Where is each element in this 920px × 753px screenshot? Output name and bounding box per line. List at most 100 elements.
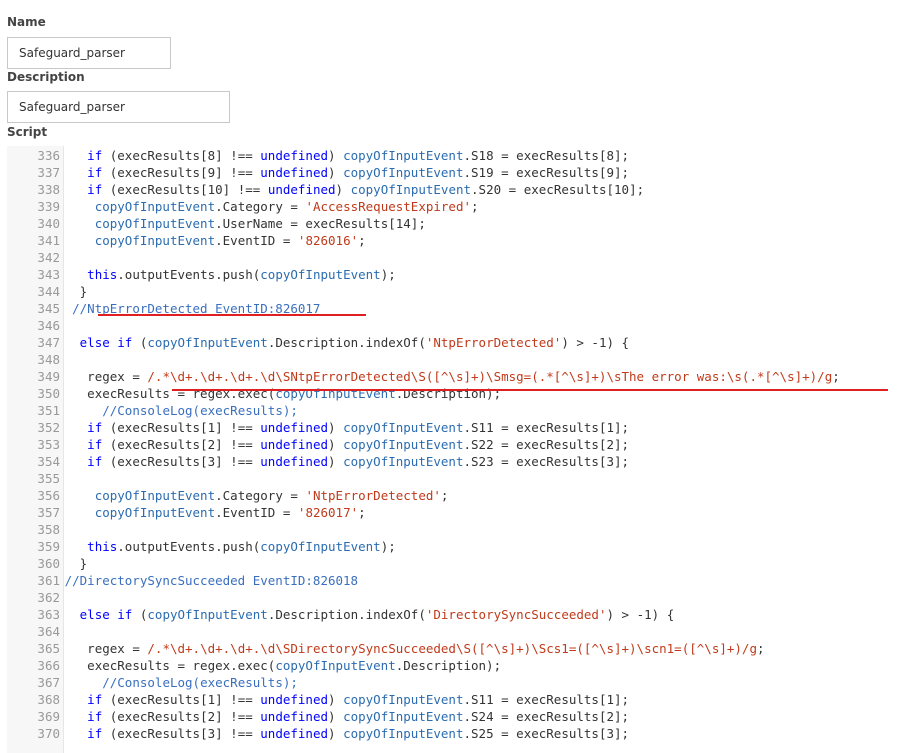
line-number: 342 — [37, 250, 60, 265]
code-line: 369 if (execResults[2] !== undefined) cop… — [7, 708, 920, 725]
code-token: .S11 = execResults[1]; — [463, 420, 630, 435]
line-number: 343 — [37, 267, 60, 282]
line-number: 359 — [37, 539, 60, 554]
line-number: 350 — [37, 386, 60, 401]
code-token: copyOfInputEvent — [343, 148, 464, 163]
code-token: copyOfInputEvent — [260, 539, 381, 554]
annotation-underline-comment — [98, 314, 366, 316]
code-token: .Description.indexOf( — [267, 335, 426, 350]
code-line: 338 if (execResults[10] !== undefined) co… — [7, 181, 920, 198]
code-line: 351 //ConsoleLog(execResults); — [7, 402, 920, 419]
code-line: 341 copyOfInputEvent.EventID = '826016'; — [7, 232, 920, 249]
code-token: '826016' — [297, 233, 359, 248]
code-token: copyOfInputEvent — [94, 199, 216, 214]
code-token: .S11 = execResults[1]; — [463, 692, 630, 707]
line-number: 370 — [37, 726, 60, 741]
code-text: if (execResults[2] !== undefined) copyOf… — [87, 708, 629, 725]
line-number: 369 — [37, 709, 60, 724]
line-number: 357 — [37, 505, 60, 520]
line-number: 366 — [37, 658, 60, 673]
code-token: ( — [132, 607, 148, 622]
code-token: if — [87, 726, 103, 741]
code-token: undefined — [260, 165, 329, 180]
code-token: ) — [328, 165, 344, 180]
code-token: ); — [380, 267, 396, 282]
code-token: ) > -1) { — [561, 335, 630, 350]
code-token: execResults = regex.exec( — [87, 658, 276, 673]
code-line: 339 copyOfInputEvent.Category = 'AccessRe… — [7, 198, 920, 215]
code-token: else if — [79, 607, 133, 622]
code-line: 354 if (execResults[3] !== undefined) cop… — [7, 453, 920, 470]
code-token: if — [87, 182, 103, 197]
code-text: if (execResults[3] !== undefined) copyOf… — [87, 725, 629, 742]
code-line: 344} — [7, 283, 920, 300]
code-token: copyOfInputEvent — [260, 267, 381, 282]
code-text: if (execResults[10] !== undefined) copyO… — [87, 181, 644, 198]
name-field[interactable] — [7, 37, 171, 69]
line-number: 348 — [37, 352, 60, 367]
code-token: .outputEvents.push( — [117, 267, 261, 282]
line-number: 345 — [37, 301, 60, 316]
code-line: 352 if (execResults[1] !== undefined) cop… — [7, 419, 920, 436]
code-line: 364 — [7, 623, 920, 640]
code-text: if (execResults[1] !== undefined) copyOf… — [87, 419, 629, 436]
line-number: 349 — [37, 369, 60, 384]
code-token: (execResults[2] !== — [102, 437, 261, 452]
code-line: 361 //DirectorySyncSucceeded EventID:8260… — [7, 572, 920, 589]
code-token: (execResults[9] !== — [102, 165, 261, 180]
code-token: copyOfInputEvent — [343, 454, 464, 469]
line-number: 368 — [37, 692, 60, 707]
code-token: copyOfInputEvent — [147, 607, 268, 622]
code-token: .UserName = execResults[14]; — [215, 216, 426, 231]
code-token: .outputEvents.push( — [117, 539, 261, 554]
code-token: ( — [132, 335, 148, 350]
line-number: 352 — [37, 420, 60, 435]
code-token: //ConsoleLog(execResults); — [102, 403, 298, 418]
code-token: ; — [832, 369, 840, 384]
code-token: undefined — [260, 709, 329, 724]
code-text: if (execResults[8] !== undefined) copyOf… — [87, 147, 629, 164]
line-number: 367 — [37, 675, 60, 690]
code-token: copyOfInputEvent — [94, 233, 216, 248]
line-number: 353 — [37, 437, 60, 452]
code-token: ) > -1) { — [606, 607, 675, 622]
code-token: (execResults[10] !== — [102, 182, 268, 197]
code-line: 342 — [7, 249, 920, 266]
code-token: (execResults[8] !== — [102, 148, 261, 163]
description-field[interactable] — [7, 91, 230, 123]
code-token: 'DirectorySyncSucceeded' — [425, 607, 607, 622]
code-token: ; — [358, 233, 366, 248]
description-label: Description — [7, 70, 85, 84]
code-text: copyOfInputEvent.Category = 'AccessReque… — [95, 198, 479, 215]
code-token: .S20 = execResults[10]; — [471, 182, 645, 197]
code-token: .Description.indexOf( — [267, 607, 426, 622]
code-line: 358 — [7, 521, 920, 538]
code-token: copyOfInputEvent — [343, 692, 464, 707]
code-token: } — [79, 284, 88, 299]
code-text: } — [80, 555, 88, 572]
code-token: //ConsoleLog(execResults); — [102, 675, 298, 690]
code-token: ) — [328, 420, 344, 435]
code-token: copyOfInputEvent — [275, 658, 396, 673]
code-text: } — [80, 283, 88, 300]
code-token: .S23 = execResults[3]; — [463, 454, 630, 469]
code-token: copyOfInputEvent — [343, 726, 464, 741]
code-token: copyOfInputEvent — [94, 216, 216, 231]
code-text: if (execResults[9] !== undefined) copyOf… — [87, 164, 629, 181]
code-token: .Category = — [215, 199, 306, 214]
code-token: ); — [380, 539, 396, 554]
code-token: (execResults[3] !== — [102, 726, 261, 741]
line-number: 361 — [37, 573, 60, 588]
code-token: copyOfInputEvent — [147, 335, 268, 350]
code-token: (execResults[2] !== — [102, 709, 261, 724]
code-token: (execResults[1] !== — [102, 420, 261, 435]
code-token: if — [87, 165, 103, 180]
name-label: Name — [7, 15, 46, 29]
code-text: copyOfInputEvent.UserName = execResults[… — [95, 215, 426, 232]
script-label: Script — [7, 125, 48, 139]
code-token: /.*\d+.\d+.\d+.\d\SDirectorySyncSucceede… — [147, 641, 757, 656]
script-editor[interactable]: 336 if (execResults[8] !== undefined) cop… — [7, 146, 920, 753]
code-token: undefined — [260, 437, 329, 452]
code-token: .S22 = execResults[2]; — [463, 437, 630, 452]
code-text: else if (copyOfInputEvent.Description.in… — [80, 606, 675, 623]
